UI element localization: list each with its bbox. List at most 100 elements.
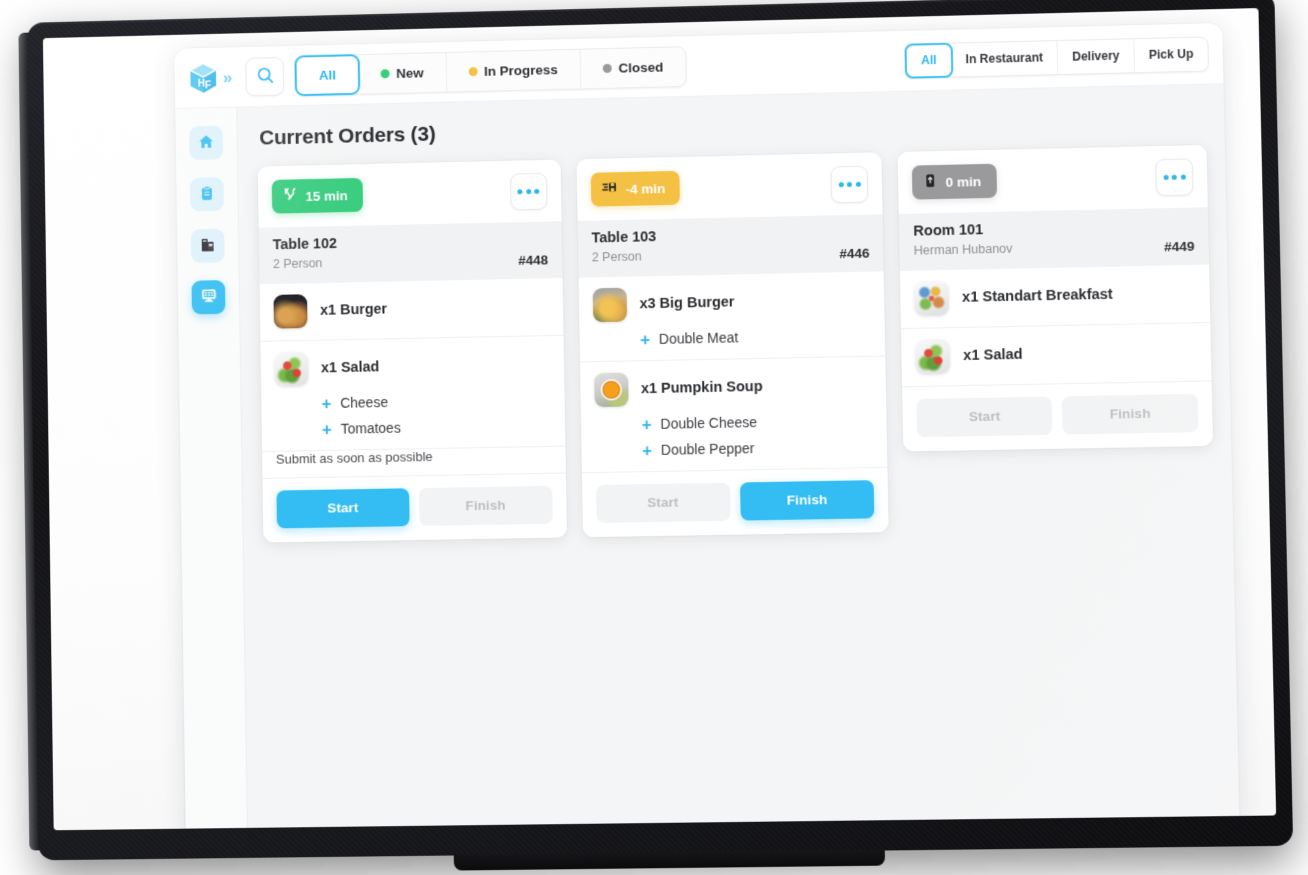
status-dot-closed-icon [602, 63, 612, 73]
order-guests: 2 Person [591, 249, 642, 265]
screenshot-stage: H F » All New In Progress Closed All In … [0, 0, 1308, 872]
order-more-button[interactable] [509, 172, 548, 210]
order-place: Table 103 [591, 229, 657, 247]
order-meta: Table 102 2 Person #448 [258, 221, 563, 284]
plus-icon: + [321, 419, 332, 439]
search-icon [256, 66, 274, 87]
item-addon: + Cheese [321, 391, 550, 413]
takeaway-cup-icon [923, 173, 937, 191]
clipboard-icon [199, 185, 215, 204]
order-number: #446 [839, 245, 870, 261]
order-number: #448 [518, 252, 549, 268]
tab-status-closed[interactable]: Closed [580, 47, 685, 88]
pos-display-icon [200, 287, 217, 307]
plus-icon: + [641, 414, 652, 434]
order-card-header: -4 min [576, 152, 883, 221]
item-addon-label: Cheese [340, 394, 389, 411]
item-addon-label: Double Cheese [660, 414, 758, 432]
tab-status-in-progress[interactable]: In Progress [446, 49, 581, 92]
svg-text:F: F [205, 80, 211, 91]
order-timer-label: -4 min [625, 180, 666, 197]
orders-content: Current Orders (3) 15 min Table 102 2 Pe… [237, 84, 1240, 831]
status-dot-new-icon [380, 68, 390, 78]
order-item: x1 Burger [259, 277, 564, 342]
left-sidebar [175, 107, 249, 831]
tab-channel-all-label: All [920, 52, 937, 68]
item-name: x1 Salad [320, 358, 380, 377]
order-card: -4 min Table 103 2 Person #446 x3 Big Bu… [576, 152, 890, 537]
monitor-screen: H F » All New In Progress Closed All In … [42, 8, 1277, 831]
tab-channel-delivery[interactable]: Delivery [1057, 38, 1136, 74]
order-place: Table 102 [272, 236, 338, 254]
order-place: Room 101 [913, 222, 984, 240]
tab-channel-in-restaurant-label: In Restaurant [965, 50, 1044, 67]
brand-logo[interactable]: H F » [188, 61, 232, 95]
order-item: x1 Pumpkin Soup + Double Cheese + Double… [579, 356, 888, 473]
item-thumbnail [914, 280, 950, 316]
tab-channel-pick-up-label: Pick Up [1148, 46, 1194, 62]
item-addon-label: Tomatoes [340, 419, 401, 437]
sidebar-item-kitchen-display[interactable] [191, 280, 226, 315]
plus-icon: + [641, 440, 653, 460]
expand-sidebar-chevron-icon[interactable]: » [223, 68, 233, 87]
start-button[interactable]: Start [276, 487, 410, 529]
tab-status-new-label: New [396, 64, 424, 81]
order-more-button[interactable] [1155, 157, 1194, 196]
ellipsis-icon [838, 181, 844, 187]
order-timer-badge: 0 min [912, 163, 997, 200]
item-addons: + Double Cheese + Double Pepper [641, 412, 873, 460]
item-name: x3 Big Burger [639, 294, 735, 312]
order-actions: Start Finish [902, 381, 1214, 452]
sidebar-item-kitchen[interactable] [190, 228, 225, 263]
tab-channel-pick-up[interactable]: Pick Up [1134, 37, 1208, 72]
order-number: #449 [1163, 238, 1195, 255]
order-timer-label: 0 min [945, 173, 982, 190]
order-timer-label: 15 min [305, 187, 348, 204]
home-icon [198, 133, 214, 152]
order-timer-badge: -4 min [590, 170, 681, 207]
ellipsis-icon [1163, 174, 1169, 180]
order-more-button[interactable] [830, 165, 869, 203]
item-addon: + Double Meat [640, 326, 871, 348]
tab-status-in-progress-label: In Progress [483, 61, 558, 79]
order-item: x1 Salad + Cheese + Tomatoes [260, 335, 566, 452]
monitor-device: H F » All New In Progress Closed All In … [18, 0, 1294, 871]
tab-channel-all[interactable]: All [904, 42, 953, 79]
tab-status-all[interactable]: All [294, 53, 360, 96]
ellipsis-icon [517, 188, 523, 194]
tab-status-new[interactable]: New [358, 52, 447, 94]
status-dot-in-progress-icon [468, 66, 478, 76]
item-thumbnail [273, 293, 308, 329]
delivery-scooter-icon [601, 180, 617, 198]
item-addon-label: Double Meat [658, 329, 739, 348]
order-item: x3 Big Burger + Double Meat [578, 270, 886, 363]
sidebar-item-home[interactable] [189, 125, 224, 161]
search-button[interactable] [245, 56, 285, 96]
item-name: x1 Pumpkin Soup [640, 378, 763, 397]
coffee-machine-icon [200, 236, 216, 255]
cutlery-icon [283, 187, 298, 205]
page-title: Current Orders (3) [259, 122, 436, 150]
tab-channel-delivery-label: Delivery [1072, 48, 1120, 64]
finish-button[interactable]: Finish [739, 479, 875, 521]
order-card: 0 min Room 101 Herman Hubanov #449 x1 St… [897, 144, 1214, 452]
order-card-header: 0 min [897, 144, 1208, 214]
finish-button: Finish [1061, 393, 1199, 435]
order-guest-name: Herman Hubanov [913, 241, 1013, 258]
item-name: x1 Standart Breakfast [961, 286, 1113, 306]
tab-channel-in-restaurant[interactable]: In Restaurant [951, 40, 1059, 77]
item-name: x1 Salad [963, 346, 1023, 364]
tab-status-all-label: All [318, 67, 337, 83]
tab-status-closed-label: Closed [618, 59, 664, 76]
order-timer-badge: 15 min [271, 177, 363, 214]
orders-list: 15 min Table 102 2 Person #448 x1 Burger… [257, 144, 1215, 543]
order-guests: 2 Person [272, 256, 323, 272]
item-addons: + Cheese + Tomatoes [321, 391, 551, 439]
item-addon: + Double Cheese [641, 412, 873, 434]
sidebar-item-orders[interactable] [189, 177, 224, 212]
plus-icon: + [639, 329, 651, 349]
order-actions: Start Finish [581, 467, 890, 537]
item-thumbnail [592, 287, 627, 322]
order-card: 15 min Table 102 2 Person #448 x1 Burger… [257, 159, 567, 543]
item-addon-label: Double Pepper [660, 440, 755, 458]
